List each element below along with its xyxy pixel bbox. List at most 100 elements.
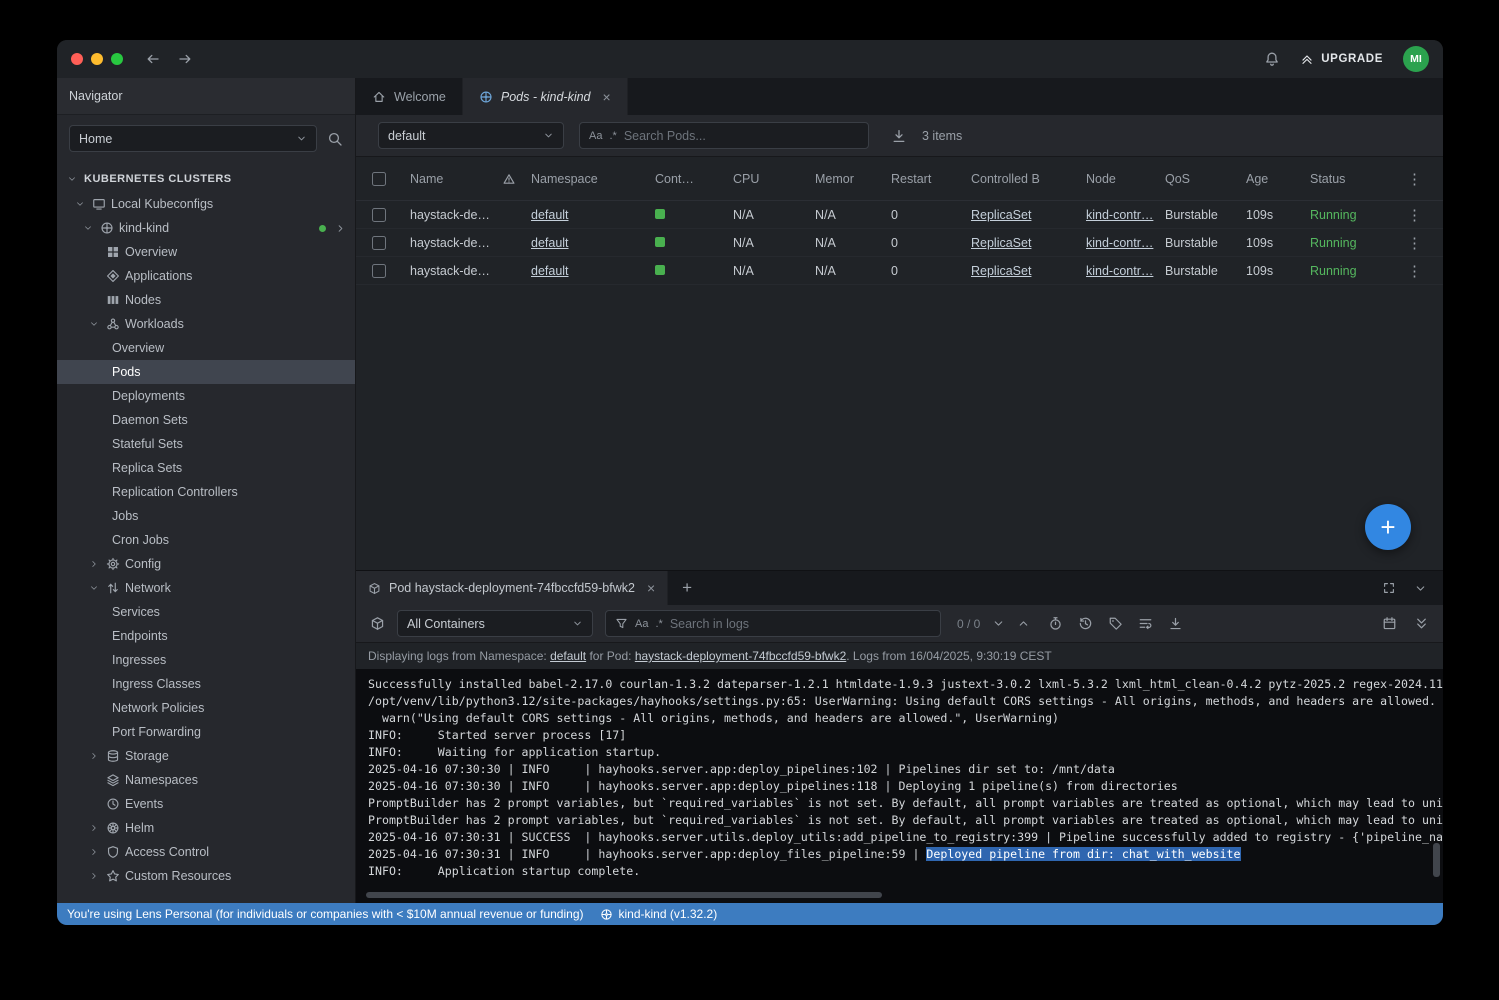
chevron-down-icon[interactable] xyxy=(88,582,100,594)
sidebar-item-local-kubeconfigs[interactable]: Local Kubeconfigs xyxy=(57,192,355,216)
close-tab-icon[interactable]: × xyxy=(647,580,655,596)
sidebar-item-helm[interactable]: Helm xyxy=(57,816,355,840)
collapse-panel-icon[interactable] xyxy=(1414,582,1427,595)
notifications-bell-icon[interactable] xyxy=(1264,51,1280,67)
chevron-right-icon[interactable] xyxy=(88,558,100,570)
controlled-by-link[interactable]: ReplicaSet xyxy=(971,236,1031,250)
namespace-filter-select[interactable]: default xyxy=(378,122,564,149)
column-header-cpu[interactable]: CPU xyxy=(728,172,810,186)
sidebar-item-kind-kind[interactable]: kind-kind xyxy=(57,216,355,240)
previous-logs-icon[interactable] xyxy=(1078,616,1093,631)
download-logs-button[interactable] xyxy=(1168,616,1183,631)
chevron-down-icon[interactable] xyxy=(74,198,86,210)
warning-column-icon[interactable] xyxy=(502,172,516,186)
filter-icon[interactable] xyxy=(615,617,628,630)
chevron-right-icon[interactable] xyxy=(88,870,100,882)
sidebar-item-network[interactable]: Network xyxy=(57,576,355,600)
chevron-right-icon[interactable] xyxy=(88,750,100,762)
wrap-lines-icon[interactable] xyxy=(1138,616,1153,631)
close-window-button[interactable] xyxy=(71,53,83,65)
horizontal-scrollbar[interactable] xyxy=(366,892,882,898)
pod-link[interactable]: haystack-deployment-74fbccfd59-bfwk2 xyxy=(635,649,846,663)
sidebar-item-kubernetes-clusters[interactable]: KUBERNETES CLUSTERS xyxy=(57,166,355,192)
tab-pods[interactable]: Pods - kind-kind × xyxy=(463,78,628,115)
download-items-button[interactable] xyxy=(891,128,907,144)
column-header-containers[interactable]: Cont… xyxy=(650,172,728,186)
timestamps-toggle-icon[interactable] xyxy=(1048,616,1063,631)
sidebar-item-ingresses[interactable]: Ingresses xyxy=(57,648,355,672)
table-row[interactable]: haystack-de…defaultN/AN/A0ReplicaSetkind… xyxy=(356,201,1443,229)
sidebar-item-overview[interactable]: Overview xyxy=(57,240,355,264)
row-checkbox[interactable] xyxy=(372,264,386,278)
vertical-scrollbar[interactable] xyxy=(1433,843,1440,877)
container-mode-icon[interactable] xyxy=(370,616,385,631)
cluster-status[interactable]: kind-kind (v1.32.2) xyxy=(600,907,718,921)
sidebar-item-daemon-sets[interactable]: Daemon Sets xyxy=(57,408,355,432)
sidebar-item-events[interactable]: Events xyxy=(57,792,355,816)
namespace-link[interactable]: default xyxy=(531,208,569,222)
maximize-window-button[interactable] xyxy=(111,53,123,65)
sidebar-item-overview[interactable]: Overview xyxy=(57,336,355,360)
sidebar-item-pods[interactable]: Pods xyxy=(57,360,355,384)
row-menu-button[interactable]: ⋮ xyxy=(1386,206,1443,224)
sidebar-item-stateful-sets[interactable]: Stateful Sets xyxy=(57,432,355,456)
column-header-status[interactable]: Status xyxy=(1305,172,1386,186)
container-filter-select[interactable]: All Containers xyxy=(397,610,593,637)
chevron-right-icon[interactable] xyxy=(88,846,100,858)
namespace-link[interactable]: default xyxy=(550,649,586,663)
logs-search-input[interactable] xyxy=(670,617,931,631)
table-row[interactable]: haystack-de…defaultN/AN/A0ReplicaSetkind… xyxy=(356,229,1443,257)
expand-panel-icon[interactable] xyxy=(1382,581,1396,595)
node-link[interactable]: kind-contr… xyxy=(1086,264,1153,278)
next-match-button[interactable] xyxy=(992,617,1005,630)
sidebar-item-access-control[interactable]: Access Control xyxy=(57,840,355,864)
calendar-icon[interactable] xyxy=(1382,616,1397,631)
sidebar-item-endpoints[interactable]: Endpoints xyxy=(57,624,355,648)
table-settings-button[interactable]: ⋮ xyxy=(1386,170,1443,188)
chevron-right-icon[interactable] xyxy=(88,822,100,834)
sidebar-item-storage[interactable]: Storage xyxy=(57,744,355,768)
forward-button[interactable] xyxy=(177,51,193,67)
row-menu-button[interactable]: ⋮ xyxy=(1386,262,1443,280)
row-checkbox[interactable] xyxy=(372,236,386,250)
minimize-window-button[interactable] xyxy=(91,53,103,65)
controlled-by-link[interactable]: ReplicaSet xyxy=(971,208,1031,222)
logs-search[interactable]: Aa .* xyxy=(605,610,941,637)
row-menu-button[interactable]: ⋮ xyxy=(1386,234,1443,252)
sidebar-item-applications[interactable]: Applications xyxy=(57,264,355,288)
avatar[interactable]: MI xyxy=(1403,46,1429,72)
sidebar-item-namespaces[interactable]: Namespaces xyxy=(57,768,355,792)
pods-search[interactable]: Aa .* xyxy=(579,122,869,149)
pods-search-input[interactable] xyxy=(624,129,859,143)
close-tab-icon[interactable]: × xyxy=(603,89,611,105)
regex-toggle[interactable]: .* xyxy=(655,618,662,630)
namespace-link[interactable]: default xyxy=(531,264,569,278)
tab-pod-logs[interactable]: Pod haystack-deployment-74fbccfd59-bfwk2… xyxy=(356,571,668,605)
jump-to-bottom-button[interactable] xyxy=(1414,616,1429,631)
catalog-scope-select[interactable]: Home xyxy=(69,125,317,152)
previous-match-button[interactable] xyxy=(1017,617,1030,630)
sidebar-item-port-forwarding[interactable]: Port Forwarding xyxy=(57,720,355,744)
sidebar-item-jobs[interactable]: Jobs xyxy=(57,504,355,528)
column-header-memory[interactable]: Memor xyxy=(810,172,886,186)
sidebar-item-workloads[interactable]: Workloads xyxy=(57,312,355,336)
node-link[interactable]: kind-contr… xyxy=(1086,236,1153,250)
sidebar-item-deployments[interactable]: Deployments xyxy=(57,384,355,408)
sidebar-item-replica-sets[interactable]: Replica Sets xyxy=(57,456,355,480)
back-button[interactable] xyxy=(145,51,161,67)
add-resource-button[interactable]: + xyxy=(1365,504,1411,550)
sidebar-item-replication-controllers[interactable]: Replication Controllers xyxy=(57,480,355,504)
node-link[interactable]: kind-contr… xyxy=(1086,208,1153,222)
column-header-controlled-by[interactable]: Controlled B xyxy=(966,172,1081,186)
match-case-toggle[interactable]: Aa xyxy=(635,618,648,630)
row-checkbox[interactable] xyxy=(372,208,386,222)
new-dock-tab-button[interactable]: + xyxy=(668,571,706,605)
chevron-down-icon[interactable] xyxy=(66,173,78,185)
tab-welcome[interactable]: Welcome xyxy=(356,78,463,115)
upgrade-button[interactable]: UPGRADE xyxy=(1300,52,1383,66)
sidebar-item-cron-jobs[interactable]: Cron Jobs xyxy=(57,528,355,552)
chevron-down-icon[interactable] xyxy=(88,318,100,330)
chevron-right-icon[interactable] xyxy=(335,223,346,234)
column-header-name[interactable]: Name xyxy=(402,172,500,186)
column-header-qos[interactable]: QoS xyxy=(1160,172,1241,186)
